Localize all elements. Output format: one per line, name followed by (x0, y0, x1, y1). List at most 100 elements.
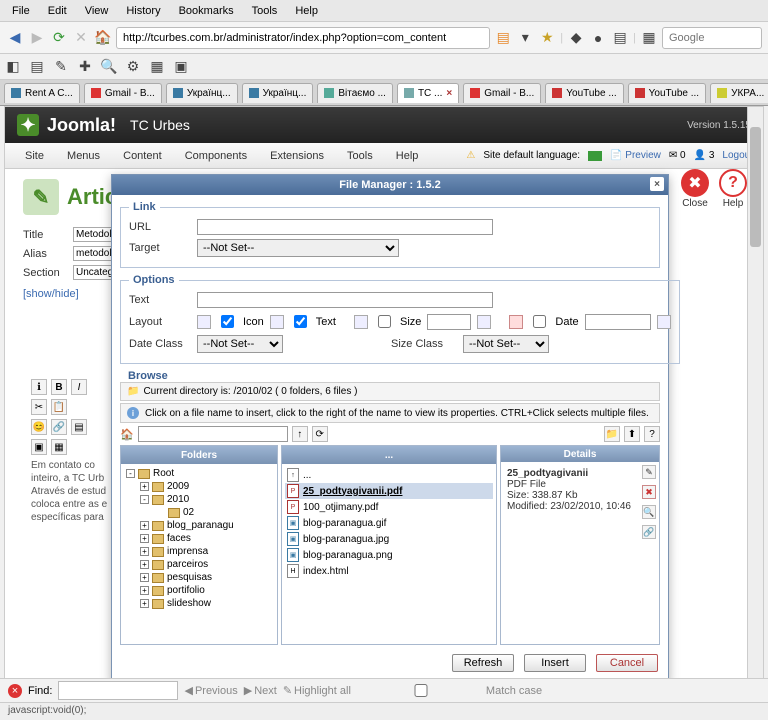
tree-item[interactable]: -Root (124, 467, 274, 480)
menu-view[interactable]: View (77, 3, 117, 19)
scrollbar[interactable] (747, 107, 763, 697)
refresh-icon[interactable]: ⟳ (312, 426, 328, 442)
date-opt-icon[interactable] (509, 315, 523, 329)
ext-row-icon[interactable]: ▦ (148, 58, 166, 76)
tab[interactable]: Rent A C... (4, 83, 80, 103)
tree-item[interactable]: +parceiros (124, 558, 274, 571)
jmenu-content[interactable]: Content (113, 150, 172, 162)
ext3-icon[interactable]: ▤ (611, 29, 629, 47)
find-prev-button[interactable]: ◀ Previous (184, 684, 237, 697)
menu-edit[interactable]: Edit (40, 3, 75, 19)
file-item[interactable]: P100_otjimany.pdf (285, 499, 493, 515)
reload-icon[interactable]: ⟳ (50, 29, 68, 47)
ext-row-icon[interactable]: ✚ (76, 58, 94, 76)
editor-icon[interactable]: 🔗 (51, 419, 67, 435)
search-input[interactable] (662, 27, 762, 49)
folder-tree[interactable]: -Root+2009-201002+blog_paranagu+faces+im… (121, 464, 277, 644)
close-icon[interactable]: × (446, 88, 452, 99)
file-list[interactable]: ↑...P25_podtyagivanii.pdfP100_otjimany.p… (282, 464, 496, 644)
newfolder-icon[interactable]: 📁 (604, 426, 620, 442)
google-toolbar-icon[interactable]: ▦ (640, 29, 658, 47)
editor-icon[interactable]: 😊 (31, 419, 47, 435)
jmenu-extensions[interactable]: Extensions (260, 150, 334, 162)
up-icon[interactable]: ↑ (292, 426, 308, 442)
dialog-titlebar[interactable]: File Manager : 1.5.2 × (112, 175, 668, 195)
dateclass-icon[interactable] (657, 315, 671, 329)
file-item[interactable]: ▣blog-paranagua.jpg (285, 531, 493, 547)
back-icon[interactable]: ◀ (6, 29, 24, 47)
ext-row-icon[interactable]: ⚙ (124, 58, 142, 76)
ext-row-icon[interactable]: ▣ (172, 58, 190, 76)
menu-tools[interactable]: Tools (244, 3, 286, 19)
go-icon[interactable]: ▾ (516, 29, 534, 47)
tab[interactable]: Українц... (242, 83, 314, 103)
ext-row-icon[interactable]: ▤ (28, 58, 46, 76)
date-checkbox[interactable] (533, 315, 546, 328)
sizeclass-select[interactable]: --Not Set-- (463, 335, 549, 353)
editor-icon[interactable]: ✂ (31, 399, 47, 415)
preview-link[interactable]: 📄 Preview (610, 150, 661, 161)
tree-item[interactable]: 02 (124, 506, 274, 519)
upload-icon[interactable]: ⬆ (624, 426, 640, 442)
size-checkbox[interactable] (378, 315, 391, 328)
mail-count[interactable]: ✉ 0 (669, 150, 686, 161)
tree-item[interactable]: +blog_paranagu (124, 519, 274, 532)
layout-icon[interactable] (197, 315, 211, 329)
size-opt-icon[interactable] (354, 315, 368, 329)
ext-row-icon[interactable]: ✎ (52, 58, 70, 76)
rss-icon[interactable]: ▤ (494, 29, 512, 47)
ext2-icon[interactable]: ● (589, 29, 607, 47)
matchcase-checkbox[interactable]: Match case (357, 681, 542, 700)
editor-bold-icon[interactable]: B (51, 379, 67, 395)
delete-icon[interactable]: ✖ (642, 485, 656, 499)
menu-help[interactable]: Help (287, 3, 326, 19)
editor-italic-icon[interactable]: I (71, 379, 87, 395)
jmenu-menus[interactable]: Menus (57, 150, 110, 162)
file-item[interactable]: ▣blog-paranagua.gif (285, 515, 493, 531)
tab[interactable]: УКРА... (710, 83, 768, 103)
jmenu-help[interactable]: Help (386, 150, 429, 162)
dateclass-select[interactable]: --Not Set-- (197, 335, 283, 353)
cancel-button[interactable]: Cancel (596, 654, 658, 672)
tree-item[interactable]: +2009 (124, 480, 274, 493)
menu-history[interactable]: History (118, 3, 168, 19)
editor-icon[interactable]: ▤ (71, 419, 87, 435)
path-input[interactable] (138, 426, 288, 442)
editor-icon[interactable]: ▦ (51, 439, 67, 455)
editor-icon[interactable]: 📋 (51, 399, 67, 415)
file-item[interactable]: P25_podtyagivanii.pdf (285, 483, 493, 499)
tab[interactable]: Gmail - B... (84, 83, 162, 103)
jmenu-tools[interactable]: Tools (337, 150, 383, 162)
file-up[interactable]: ↑... (285, 467, 493, 483)
text-opt-icon[interactable] (270, 315, 284, 329)
tab[interactable]: Вітаємо ... (317, 83, 393, 103)
size-input[interactable] (427, 314, 471, 330)
home-icon[interactable]: 🏠 (94, 29, 112, 47)
detail-action-icon[interactable]: ✎ (642, 465, 656, 479)
tab[interactable]: YouTube ... (545, 83, 623, 103)
users-count[interactable]: 👤 3 (694, 150, 715, 161)
tab[interactable]: TC ...× (397, 83, 459, 103)
tree-item[interactable]: +imprensa (124, 545, 274, 558)
ext-row-icon[interactable]: ◧ (4, 58, 22, 76)
file-item[interactable]: Hindex.html (285, 563, 493, 579)
ext1-icon[interactable]: ◆ (567, 29, 585, 47)
detail-action-icon[interactable]: 🔍 (642, 505, 656, 519)
tab[interactable]: Gmail - B... (463, 83, 541, 103)
jmenu-site[interactable]: Site (15, 150, 54, 162)
ext-row-icon[interactable]: 🔍 (100, 58, 118, 76)
menu-bookmarks[interactable]: Bookmarks (171, 3, 242, 19)
tab[interactable]: Українц... (166, 83, 238, 103)
text-input[interactable] (197, 292, 493, 308)
jmenu-components[interactable]: Components (175, 150, 257, 162)
tree-item[interactable]: +slideshow (124, 597, 274, 610)
tree-item[interactable]: -2010 (124, 493, 274, 506)
refresh-button[interactable]: Refresh (452, 654, 514, 672)
find-input[interactable] (58, 681, 178, 700)
tree-item[interactable]: +portifolio (124, 584, 274, 597)
tree-item[interactable]: +faces (124, 532, 274, 545)
address-bar[interactable] (116, 27, 490, 49)
bookmark-star-icon[interactable]: ★ (538, 29, 556, 47)
findbar-close-icon[interactable]: × (8, 684, 22, 698)
file-item[interactable]: ▣blog-paranagua.png (285, 547, 493, 563)
